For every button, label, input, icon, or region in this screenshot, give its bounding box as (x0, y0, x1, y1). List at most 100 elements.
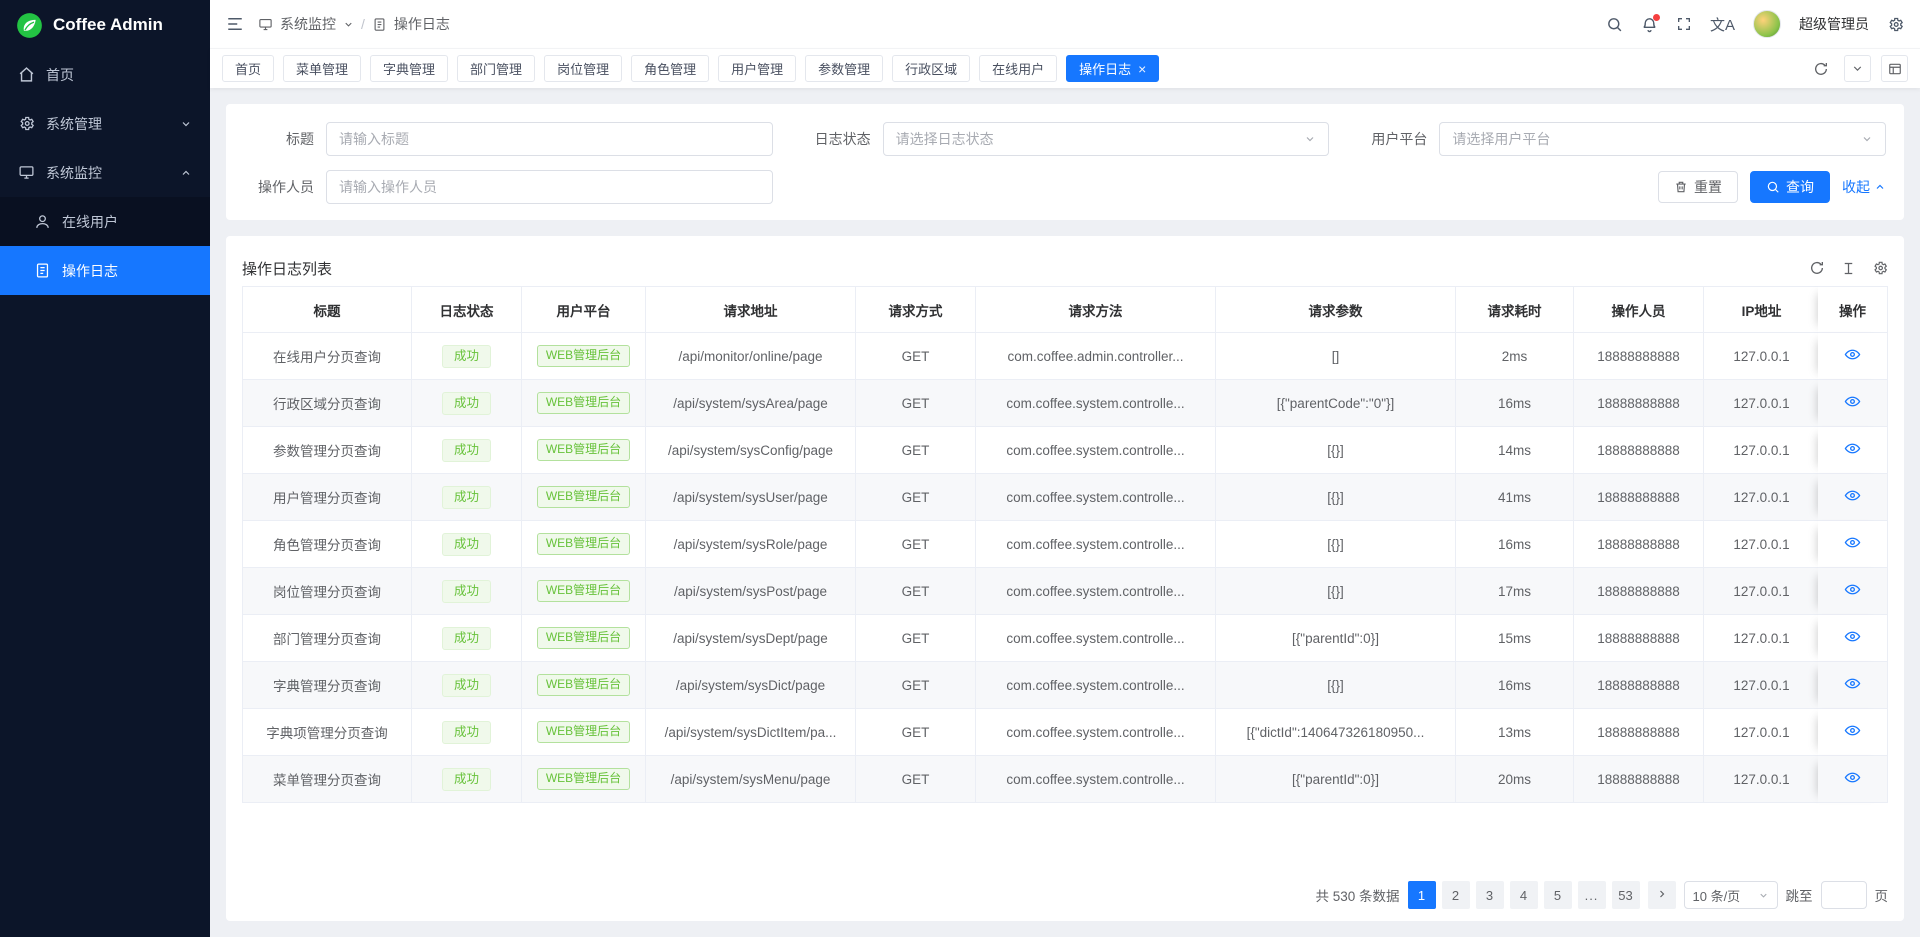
sidebar-item-operation-log[interactable]: 操作日志 (0, 246, 210, 295)
tab-操作日志[interactable]: 操作日志× (1066, 55, 1159, 82)
cell-ip: 127.0.0.1 (1704, 380, 1820, 427)
tab-label: 角色管理 (644, 59, 696, 78)
table-settings-button[interactable] (1872, 260, 1888, 276)
view-detail-button[interactable] (1844, 393, 1861, 410)
cell-title: 在线用户分页查询 (242, 333, 412, 380)
document-icon (34, 262, 51, 279)
cell-request-url: /api/system/sysDept/page (646, 615, 856, 662)
fullscreen-button[interactable] (1676, 16, 1692, 32)
tab-岗位管理[interactable]: 岗位管理 (544, 55, 622, 82)
view-detail-button[interactable] (1844, 722, 1861, 739)
tab-actions-dropdown[interactable] (1844, 55, 1871, 82)
cell-title: 用户管理分页查询 (242, 474, 412, 521)
search-button[interactable] (1606, 16, 1623, 33)
collapse-filters-button[interactable]: 收起 (1842, 177, 1886, 197)
title-input[interactable] (326, 122, 773, 156)
platform-tag: WEB管理后台 (537, 345, 630, 367)
sidebar-item-system-management[interactable]: 系统管理 (0, 99, 210, 148)
trash-icon (1674, 180, 1688, 194)
view-detail-button[interactable] (1844, 346, 1861, 363)
tab-label: 岗位管理 (557, 59, 609, 78)
cell-status: 成功 (412, 427, 522, 474)
table-density-button[interactable] (1841, 260, 1856, 276)
sidebar-item-label: 操作日志 (62, 261, 118, 281)
table-scroll-area[interactable]: 标题日志状态用户平台请求地址请求方式请求方法请求参数请求耗时操作人员IP地址操作… (242, 286, 1888, 868)
breadcrumb-root[interactable]: 系统监控 (280, 14, 336, 34)
view-detail-button[interactable] (1844, 534, 1861, 551)
view-detail-button[interactable] (1844, 769, 1861, 786)
cell-request-cost: 13ms (1456, 709, 1574, 756)
reset-button[interactable]: 重置 (1658, 171, 1738, 203)
cell-platform: WEB管理后台 (522, 568, 646, 615)
cell-operator: 18888888888 (1574, 427, 1704, 474)
cell-request-method: GET (856, 333, 976, 380)
cell-request-method: GET (856, 662, 976, 709)
pagination-page-1[interactable]: 1 (1408, 881, 1436, 909)
tab-部门管理[interactable]: 部门管理 (457, 55, 535, 82)
platform-tag: WEB管理后台 (537, 392, 630, 414)
cell-request-cost: 41ms (1456, 474, 1574, 521)
cell-title: 参数管理分页查询 (242, 427, 412, 474)
filter-actions: 重置 查询 收起 (1357, 170, 1886, 204)
tab-在线用户[interactable]: 在线用户 (979, 55, 1057, 82)
sidebar-collapse-button[interactable] (226, 15, 244, 33)
username[interactable]: 超级管理员 (1799, 14, 1869, 34)
cell-request-params: [{"dictId":140647326180950... (1216, 709, 1456, 756)
page-size-select[interactable]: 10 条/页 (1684, 881, 1778, 909)
status-filter-label: 日志状态 (801, 129, 871, 149)
chevron-up-icon (180, 167, 192, 179)
cell-platform: WEB管理后台 (522, 333, 646, 380)
refresh-tabs-button[interactable] (1807, 55, 1834, 82)
cell-request-url: /api/system/sysUser/page (646, 474, 856, 521)
column-header-5: 请求方式 (856, 286, 976, 333)
jump-page-input[interactable] (1821, 881, 1867, 909)
sidebar-item-online-users[interactable]: 在线用户 (0, 197, 210, 246)
tab-字典管理[interactable]: 字典管理 (370, 55, 448, 82)
tab-参数管理[interactable]: 参数管理 (805, 55, 883, 82)
status-select[interactable]: 请选择日志状态 (883, 122, 1330, 156)
sidebar-item-label: 系统监控 (46, 163, 102, 183)
tab-label: 菜单管理 (296, 59, 348, 78)
cell-request-function: com.coffee.system.controlle... (976, 709, 1216, 756)
panel-title: 操作日志列表 (242, 258, 332, 279)
column-header-7: 请求参数 (1216, 286, 1456, 333)
table-header-row: 标题日志状态用户平台请求地址请求方式请求方法请求参数请求耗时操作人员IP地址操作… (242, 286, 1888, 333)
operation-log-table: 标题日志状态用户平台请求地址请求方式请求方法请求参数请求耗时操作人员IP地址操作… (242, 286, 1888, 803)
pagination-page-4[interactable]: 4 (1510, 881, 1538, 909)
cell-title: 菜单管理分页查询 (242, 756, 412, 803)
tab-首页[interactable]: 首页 (222, 55, 274, 82)
view-detail-button[interactable] (1844, 581, 1861, 598)
cell-request-cost: 16ms (1456, 662, 1574, 709)
table-refresh-button[interactable] (1809, 260, 1825, 276)
sidebar-item-system-monitor[interactable]: 系统监控 (0, 148, 210, 197)
pagination-page-3[interactable]: 3 (1476, 881, 1504, 909)
sidebar-item-home[interactable]: 首页 (0, 50, 210, 99)
pagination-more[interactable]: ... (1578, 881, 1606, 909)
view-detail-button[interactable] (1844, 487, 1861, 504)
tab-角色管理[interactable]: 角色管理 (631, 55, 709, 82)
tab-label: 参数管理 (818, 59, 870, 78)
settings-button[interactable] (1887, 16, 1904, 33)
language-button[interactable]: 文A (1710, 14, 1735, 35)
platform-select[interactable]: 请选择用户平台 (1439, 122, 1886, 156)
pagination-page-5[interactable]: 5 (1544, 881, 1572, 909)
layout-toggle-button[interactable] (1881, 55, 1908, 82)
cell-status: 成功 (412, 568, 522, 615)
operator-input[interactable] (326, 170, 773, 204)
tab-用户管理[interactable]: 用户管理 (718, 55, 796, 82)
view-detail-button[interactable] (1844, 628, 1861, 645)
notifications-button[interactable] (1641, 16, 1658, 33)
pagination-page-53[interactable]: 53 (1612, 881, 1640, 909)
tab-行政区域[interactable]: 行政区域 (892, 55, 970, 82)
tab-菜单管理[interactable]: 菜单管理 (283, 55, 361, 82)
column-header-9: 操作人员 (1574, 286, 1704, 333)
avatar[interactable] (1753, 10, 1781, 38)
pagination-page-2[interactable]: 2 (1442, 881, 1470, 909)
view-detail-button[interactable] (1844, 440, 1861, 457)
cell-platform: WEB管理后台 (522, 756, 646, 803)
query-button[interactable]: 查询 (1750, 171, 1830, 203)
pagination-next-button[interactable] (1648, 881, 1676, 909)
view-detail-button[interactable] (1844, 675, 1861, 692)
cell-title: 字典管理分页查询 (242, 662, 412, 709)
tab-close-icon[interactable]: × (1138, 62, 1146, 76)
